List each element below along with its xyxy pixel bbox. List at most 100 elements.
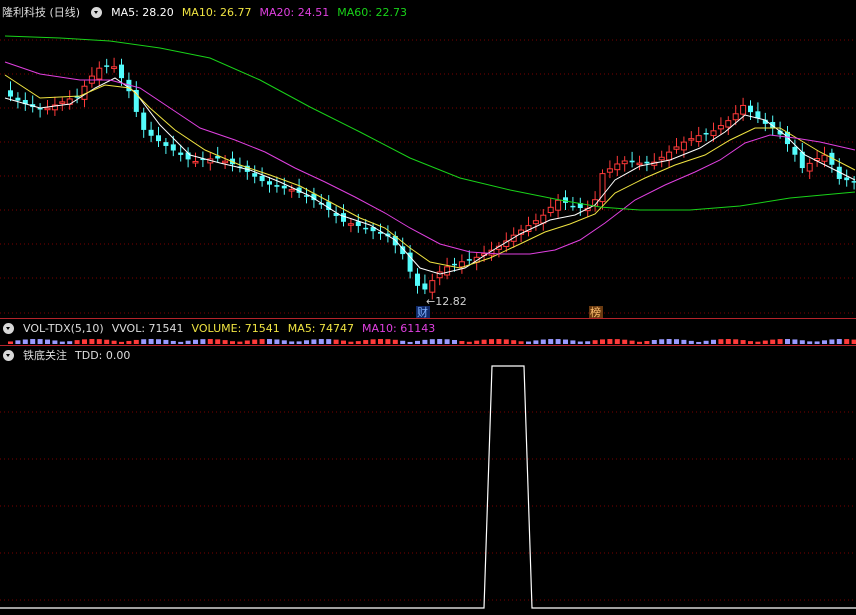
volume-bar: [637, 341, 642, 344]
volume-bar: [711, 339, 716, 344]
volume-bar: [318, 339, 324, 344]
badge-cai[interactable]: 财: [416, 305, 430, 319]
candle-body: [844, 177, 850, 181]
volume-bar: [496, 339, 502, 344]
volume-bar: [133, 339, 139, 344]
volume-bar: [385, 339, 391, 344]
candle-body: [748, 105, 753, 113]
volume-bar: [22, 339, 28, 344]
candle-body: [252, 173, 258, 177]
volume-bar: [600, 339, 605, 344]
badge-bang[interactable]: 榜: [589, 305, 603, 319]
volume-bar: [281, 340, 287, 344]
volume-bar: [89, 339, 95, 344]
volume-bar: [104, 339, 110, 344]
tdd-panel-header: 铁底关注 TDD: 0.00: [0, 346, 130, 364]
volume-bar: [570, 340, 576, 344]
volume-bar: [836, 339, 842, 344]
volume-bar: [370, 339, 376, 344]
candle-body: [259, 175, 265, 182]
vvol-value: VVOL: 71541: [111, 321, 184, 335]
candle-body: [415, 273, 420, 286]
volume-bar: [844, 339, 850, 344]
volume-value: VOLUME: 71541: [191, 321, 280, 335]
candle-body: [452, 263, 457, 266]
volume-bar: [82, 339, 87, 344]
volume-bar: [851, 339, 856, 344]
volume-bar: [703, 340, 709, 344]
volume-bar: [326, 339, 332, 344]
candle-body: [703, 132, 709, 135]
volume-bar: [740, 340, 746, 344]
volume-bar: [822, 340, 827, 344]
volume-bar: [792, 339, 798, 344]
candle-body: [429, 280, 436, 293]
candle-body: [170, 144, 176, 151]
volume-bar: [762, 340, 768, 344]
candle-body: [680, 141, 687, 151]
tdd-menu-icon[interactable]: [3, 349, 14, 361]
volume-bar: [74, 340, 80, 344]
tdd-indicator-name[interactable]: 铁底关注: [23, 347, 67, 363]
volume-bar: [111, 340, 117, 344]
volume-bar: [141, 339, 147, 344]
candle-body: [96, 67, 103, 80]
volume-bar: [459, 341, 465, 344]
candle-body: [422, 283, 428, 290]
chart-canvas[interactable]: ←12.82 财 榜: [0, 0, 856, 615]
volume-bar: [415, 340, 420, 344]
volume-bar: [674, 339, 679, 344]
volume-bar: [526, 341, 531, 344]
volume-bar: [777, 339, 783, 344]
candle-body: [629, 160, 635, 163]
volume-bar: [45, 339, 50, 344]
volume-bar: [296, 341, 302, 344]
volume-bar: [807, 341, 813, 344]
candle-body: [111, 66, 118, 69]
volume-bar: [304, 340, 309, 344]
candle-body: [192, 160, 199, 164]
candle-body: [281, 185, 287, 189]
volume-bar: [259, 339, 265, 344]
volume-bar: [748, 341, 753, 344]
volume-bar: [466, 341, 472, 344]
volume-bar: [15, 340, 21, 344]
candle-body: [222, 160, 229, 164]
candle-body: [688, 138, 695, 141]
candle-body: [288, 189, 295, 192]
volume-bar: [96, 339, 102, 344]
volume-bar: [392, 339, 398, 344]
candle-body: [740, 104, 747, 115]
volume-bar: [511, 340, 517, 344]
candle-body: [563, 197, 568, 203]
volume-bar: [289, 341, 295, 344]
candle-body: [178, 152, 184, 155]
volume-bar: [156, 339, 161, 344]
volume-bar: [785, 339, 790, 344]
candle-body: [59, 101, 66, 104]
candle-body: [547, 206, 554, 214]
volume-bar: [59, 341, 65, 344]
volume-indicator-name[interactable]: VOL-TDX(5,10): [23, 322, 104, 335]
volume-bar: [274, 339, 280, 344]
candle-body: [725, 120, 732, 128]
volume-bar: [163, 339, 169, 344]
volume-bar: [178, 341, 184, 344]
candle-body: [644, 161, 650, 164]
volume-bar: [592, 340, 598, 344]
volume-bar: [119, 341, 124, 344]
volume-bar: [407, 341, 413, 344]
volume-bar: [829, 339, 835, 344]
volume-bar: [718, 339, 724, 344]
volume-bar: [333, 339, 339, 344]
candle-body: [444, 266, 451, 276]
volume-bar: [629, 340, 635, 344]
volume-menu-icon[interactable]: [3, 322, 14, 334]
candle-body: [806, 162, 813, 172]
candle-body: [851, 181, 856, 183]
volume-bar: [548, 339, 554, 344]
volume-bar: [533, 340, 539, 344]
volume-bar: [437, 339, 443, 344]
candle-body: [141, 112, 147, 130]
volume-bar: [30, 339, 36, 344]
